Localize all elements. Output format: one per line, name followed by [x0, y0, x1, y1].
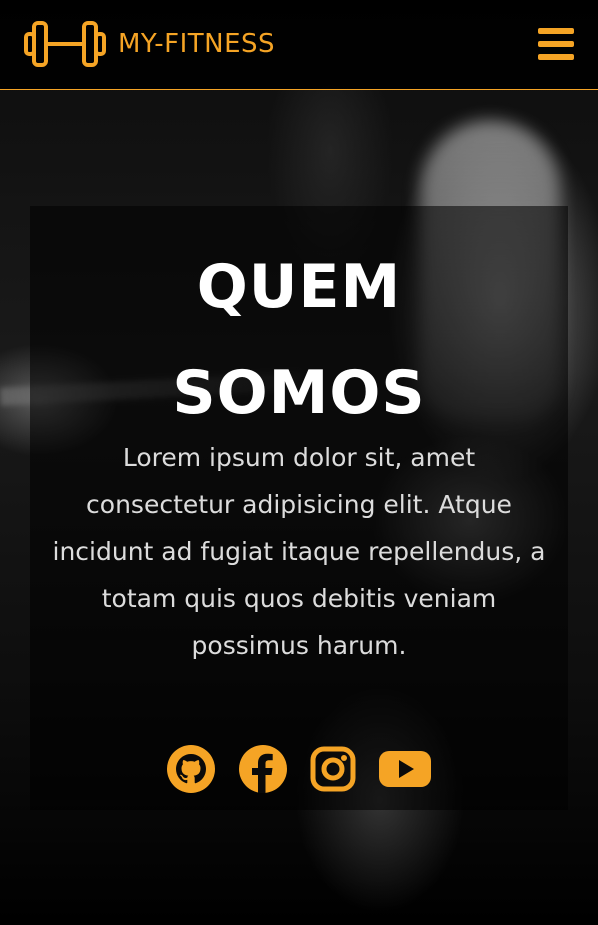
hero-title-line-2: SOMOS [172, 358, 426, 428]
hamburger-menu-icon[interactable] [536, 24, 576, 64]
instagram-icon[interactable] [310, 746, 356, 792]
dumbbell-icon [24, 17, 106, 71]
top-navbar: MY-FITNESS [0, 0, 598, 90]
menu-line [538, 41, 574, 47]
hero-title-line-1: QUEM [196, 252, 402, 322]
hero-description: Lorem ipsum dolor sit, amet consectetur … [52, 443, 546, 660]
page: MY-FITNESS QUEM SOMOS Lorem ipsum dolor … [0, 0, 598, 925]
social-links [30, 744, 568, 794]
brand-logo-link[interactable]: MY-FITNESS [24, 16, 275, 72]
youtube-icon[interactable] [378, 749, 432, 789]
menu-line [538, 28, 574, 34]
hero-title: QUEM SOMOS [30, 234, 568, 446]
github-icon[interactable] [166, 744, 216, 794]
facebook-icon[interactable] [238, 744, 288, 794]
brand-name: MY-FITNESS [118, 29, 276, 59]
hero-card: QUEM SOMOS Lorem ipsum dolor sit, amet c… [30, 206, 568, 810]
menu-line [538, 54, 574, 60]
